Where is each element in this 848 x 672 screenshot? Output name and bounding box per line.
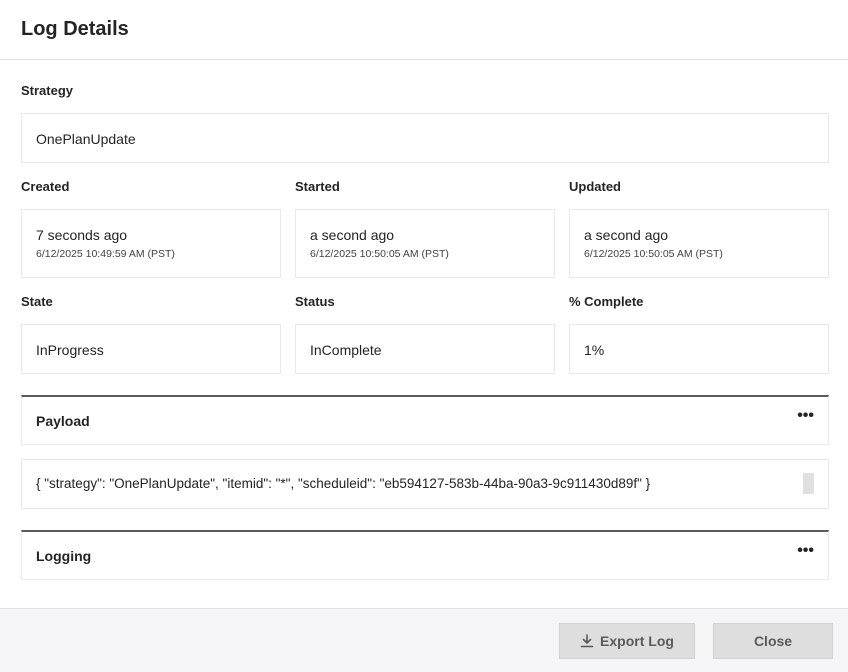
state-label: State <box>21 294 53 309</box>
logging-section-header[interactable]: Logging ••• <box>21 530 829 580</box>
created-relative: 7 seconds ago <box>36 227 128 243</box>
dialog-header: Log Details <box>0 0 848 60</box>
logging-title: Logging <box>36 548 92 564</box>
created-field: 7 seconds ago 6/12/2025 10:49:59 AM (PST… <box>21 209 281 278</box>
payload-content: { "strategy": "OnePlanUpdate", "itemid":… <box>36 476 651 491</box>
download-icon <box>580 634 594 648</box>
strategy-label: Strategy <box>21 83 74 98</box>
strategy-field: OnePlanUpdate <box>21 113 829 163</box>
payload-title: Payload <box>36 413 90 429</box>
dialog-title: Log Details <box>21 18 129 40</box>
state-value: InProgress <box>36 342 104 358</box>
logging-more-icon[interactable]: ••• <box>797 542 814 560</box>
close-button[interactable]: Close <box>713 623 833 659</box>
started-field: a second ago 6/12/2025 10:50:05 AM (PST) <box>295 209 555 278</box>
export-log-button[interactable]: Export Log <box>559 623 695 659</box>
started-label: Started <box>295 179 340 194</box>
updated-timestamp: 6/12/2025 10:50:05 AM (PST) <box>584 248 723 260</box>
close-label: Close <box>753 633 793 649</box>
created-timestamp: 6/12/2025 10:49:59 AM (PST) <box>36 248 175 260</box>
started-relative: a second ago <box>310 227 395 243</box>
dialog-footer: Export Log Close <box>0 608 848 672</box>
status-value: InComplete <box>310 342 382 358</box>
payload-section-header[interactable]: Payload ••• <box>21 395 829 445</box>
status-label: Status <box>295 294 335 309</box>
export-log-label: Export Log <box>600 633 674 649</box>
state-field: InProgress <box>21 324 281 374</box>
updated-label: Updated <box>569 179 621 194</box>
percent-complete-label: % Complete <box>569 294 644 309</box>
payload-more-icon[interactable]: ••• <box>797 407 814 425</box>
strategy-value: OnePlanUpdate <box>36 131 136 147</box>
started-timestamp: 6/12/2025 10:50:05 AM (PST) <box>310 248 449 260</box>
updated-field: a second ago 6/12/2025 10:50:05 AM (PST) <box>569 209 829 278</box>
percent-complete-field: 1% <box>569 324 829 374</box>
status-field: InComplete <box>295 324 555 374</box>
percent-complete-value: 1% <box>584 342 605 358</box>
updated-relative: a second ago <box>584 227 669 243</box>
payload-scrollbar[interactable] <box>803 473 814 494</box>
created-label: Created <box>21 179 70 194</box>
payload-content-box: { "strategy": "OnePlanUpdate", "itemid":… <box>21 459 829 509</box>
